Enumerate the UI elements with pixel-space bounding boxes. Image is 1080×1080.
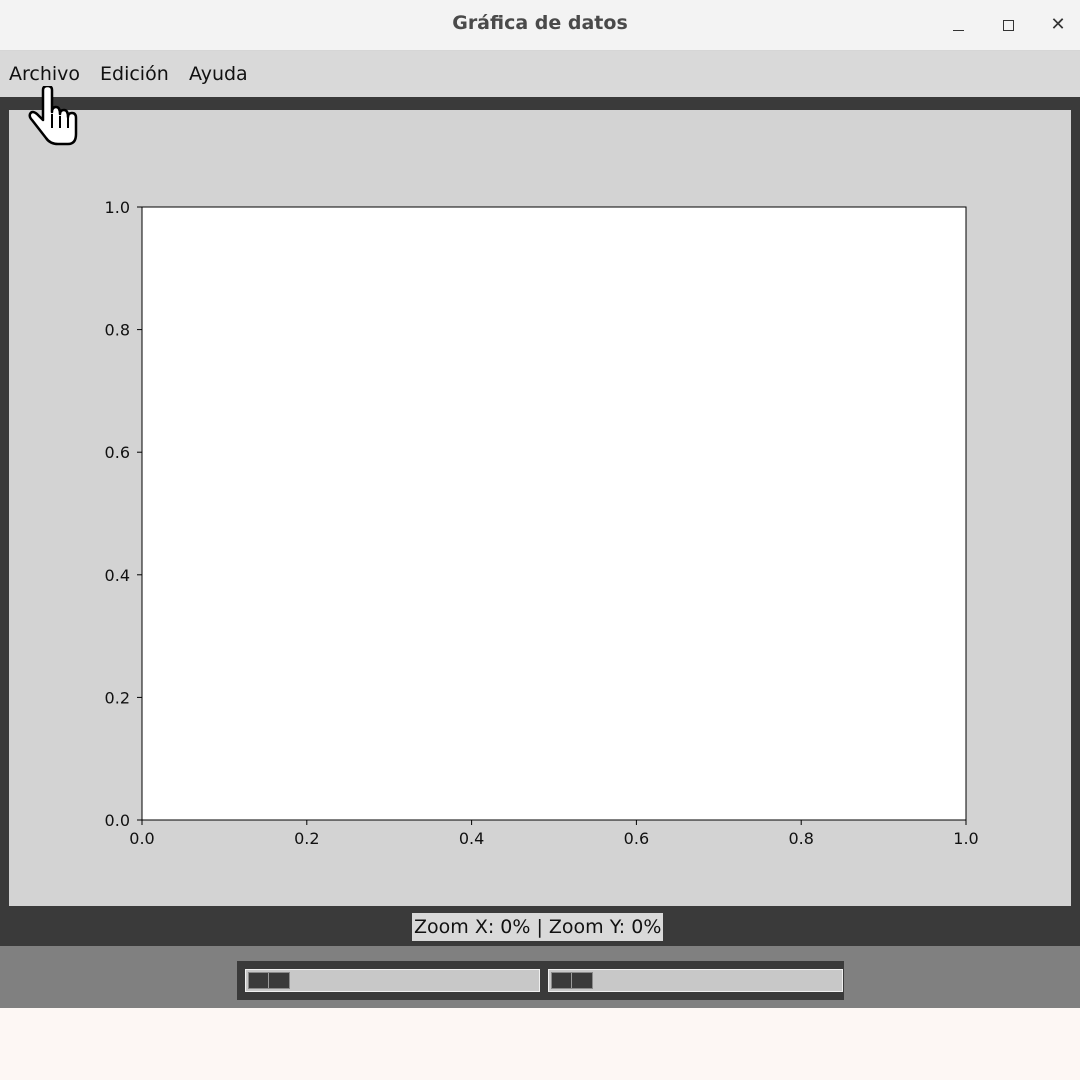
minimize-button[interactable] — [943, 10, 973, 40]
menu-edicion[interactable]: Edición — [100, 63, 169, 85]
close-button[interactable]: ✕ — [1043, 10, 1073, 40]
menu-archivo[interactable]: Archivo — [9, 63, 80, 85]
y-tick-label: 0.4 — [105, 566, 130, 585]
y-tick-label: 1.0 — [105, 198, 130, 217]
minimize-icon — [952, 29, 964, 31]
x-tick-label: 1.0 — [953, 829, 978, 848]
hand-pointer-cursor-icon — [28, 86, 78, 146]
close-icon: ✕ — [1050, 14, 1066, 35]
menu-bar: Archivo Edición Ayuda — [0, 51, 1080, 97]
y-tick-label: 0.2 — [105, 688, 130, 707]
y-tick-label: 0.0 — [105, 811, 130, 830]
zoom-x-slider-thumb[interactable] — [248, 972, 290, 989]
maximize-icon — [1002, 19, 1014, 31]
axes-box — [141, 206, 967, 821]
window-title: Gráfica de datos — [452, 12, 628, 34]
x-tick-label: 0.4 — [459, 829, 484, 848]
zoom-y-slider-thumb[interactable] — [551, 972, 593, 989]
y-tick-label: 0.8 — [105, 321, 130, 340]
title-bar[interactable]: Gráfica de datos ✕ — [0, 0, 1080, 51]
x-tick-label: 0.6 — [624, 829, 649, 848]
bottom-toolbar — [0, 946, 1080, 1008]
x-tick-label: 0.8 — [788, 829, 813, 848]
chart: 0.0 0.2 0.4 0.6 0.8 1.0 0.0 0.2 0.4 0.6 0.8 1.0 — [105, 198, 979, 848]
menu-ayuda[interactable]: Ayuda — [189, 63, 248, 85]
zoom-sliders — [237, 961, 844, 1000]
plot-canvas[interactable]: 0.0 0.2 0.4 0.6 0.8 1.0 0.0 0.2 0.4 0.6 0.8 1.0 — [9, 110, 1071, 906]
zoom-y-slider[interactable] — [548, 969, 843, 992]
x-tick-label: 0.2 — [294, 829, 319, 848]
maximize-button[interactable] — [993, 10, 1023, 40]
zoom-x-slider[interactable] — [245, 969, 540, 992]
zoom-status-label: Zoom X: 0% | Zoom Y: 0% — [412, 913, 664, 941]
y-tick-label: 0.6 — [105, 443, 130, 462]
app-window: Gráfica de datos ✕ Archivo Edición Ayuda… — [0, 0, 1080, 1008]
x-tick-label: 0.0 — [129, 829, 154, 848]
